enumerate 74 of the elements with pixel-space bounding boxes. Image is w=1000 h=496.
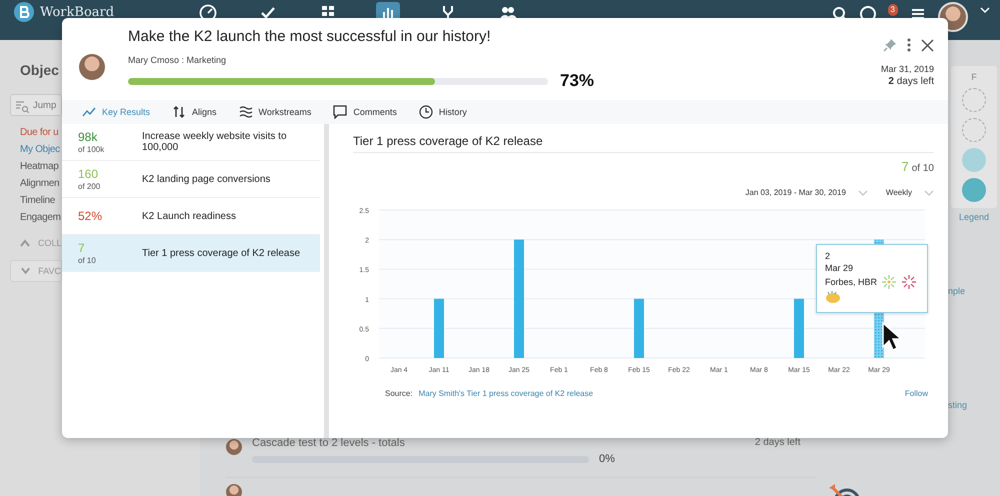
avatar [226,439,242,455]
sidebar-link[interactable]: Timeline [20,192,56,209]
interval-dropdown[interactable]: Weekly [886,188,934,197]
tooltip-text: Mar 29 [825,262,854,274]
sidebar-link[interactable]: Due for u [20,124,58,141]
owner-text: Mary Cmoso : Marketing [128,55,228,65]
firework-icon [901,274,918,290]
key-result-title: Increase weekly website visits to 100,000 [142,131,288,153]
key-result-title: K2 landing page conversions [142,174,272,184]
status-circle [962,178,986,202]
trend-icon [82,105,96,119]
key-result-row[interactable]: 7 of 10 Tier 1 press coverage of K2 release [62,235,320,272]
clapping-hands-icon [825,290,841,304]
tab[interactable]: Workstreams [238,100,312,124]
status-circle [962,148,986,172]
due-text: 2 days left [754,437,800,448]
page-heading: Objec [20,62,59,78]
key-result-target: of 10 [78,256,97,265]
clock-icon [418,105,433,119]
tab[interactable]: History [418,100,467,124]
sidebar-link[interactable]: Engagem [20,209,61,226]
source-label: Source: [385,389,413,398]
key-result-value: 98k [78,130,98,144]
date-range-dropdown[interactable]: Jan 03, 2019 - Mar 30, 2019 [745,188,868,197]
tooltip-text: Forbes, HBR [825,276,878,288]
sidebar-link[interactable]: My Objec [20,141,60,158]
source-link[interactable]: Mary Smith's Tier 1 press coverage of K2 release [418,389,594,398]
logo-icon [14,2,34,22]
key-result-value: 52% [78,209,104,223]
tab[interactable]: Comments [333,100,397,124]
close-icon[interactable] [921,38,934,52]
notification-badge[interactable]: 3 [888,4,898,16]
objective-title[interactable]: Cascade test to 2 levels - totals [252,437,615,449]
target-value: of 10 [912,163,934,174]
more-icon[interactable] [907,38,911,52]
key-result-value: 7 [78,241,86,255]
objective-title: Make the K2 launch the most successful in our history! [128,28,492,45]
waves-icon [238,105,253,119]
status-circle [962,88,986,112]
key-result-row[interactable]: 160 of 200 K2 landing page conversions [62,161,320,198]
search-icon [15,99,29,113]
key-result-row[interactable]: 98k of 100k Increase weekly website visits to 100,000 [62,124,320,161]
firework-icon [881,274,898,290]
sidebar-link[interactable]: Heatmap [20,158,58,175]
avatar [79,54,105,80]
key-result-target: of 200 [78,182,102,191]
up-down-arrows-icon [172,105,186,119]
key-result-value: 160 [78,167,100,181]
search-field[interactable]: Jump [10,94,62,116]
due-date: Mar 31, 2019 [880,64,934,74]
column-header: F [971,72,977,82]
progress-percent: 73% [560,71,594,91]
caret-icon[interactable] [980,6,990,14]
follow-link[interactable]: Follow [904,389,928,398]
current-value: 7 [902,159,909,174]
chevron-up-icon [20,239,30,247]
key-result-title: Tier 1 press coverage of K2 release [142,248,302,258]
tooltip-text: 2 [825,250,830,262]
tab[interactable]: Key Results [82,100,150,124]
avatar [226,484,242,496]
key-result-title: K2 Launch readiness [142,210,237,222]
key-result-target: of 100k [78,145,106,154]
chevron-down-icon [924,190,934,196]
status-circle [962,118,986,142]
progress-percent: 0% [599,453,615,465]
sidebar-link[interactable]: Alignmen [20,175,60,192]
scrollbar[interactable] [324,124,329,438]
days-left: 2 days left [888,76,934,87]
tab[interactable]: Aligns [172,100,217,124]
logo-text: WorkBoard [40,4,114,20]
chevron-down-icon [21,267,30,275]
chart-heading: Tier 1 press coverage of K2 release [353,134,934,153]
comment-icon [333,105,348,119]
chevron-down-icon [858,190,868,196]
